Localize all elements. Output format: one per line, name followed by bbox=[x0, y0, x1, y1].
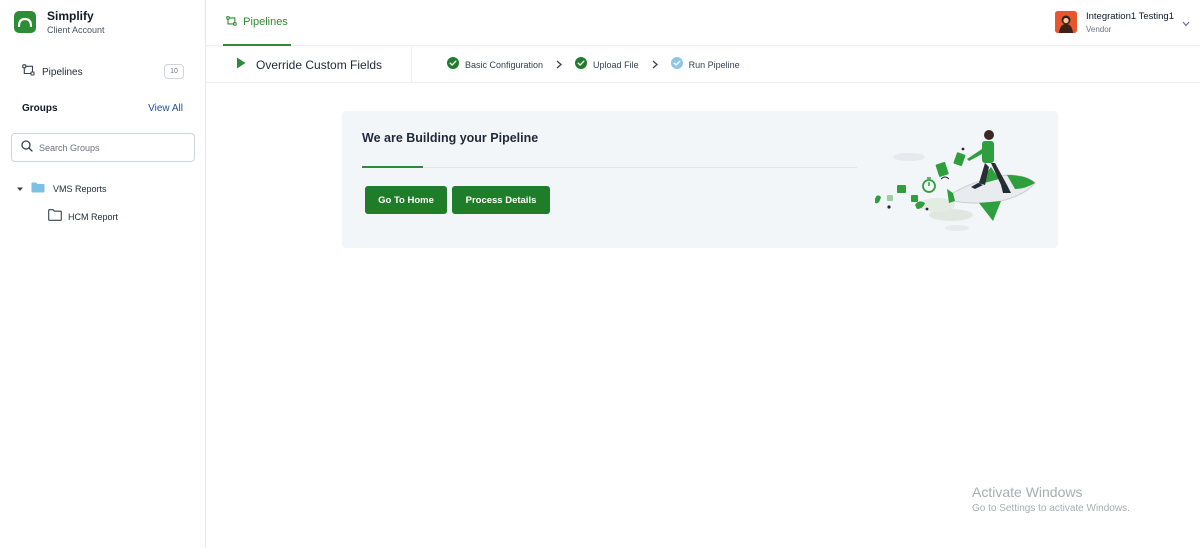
play-icon bbox=[236, 56, 246, 74]
tree-item-vms-reports[interactable]: VMS Reports bbox=[16, 180, 107, 198]
step-basic-configuration[interactable]: Basic Configuration bbox=[447, 56, 543, 74]
search-groups-box[interactable] bbox=[11, 133, 195, 162]
pipeline-stepper-bar: Override Custom Fields Basic Configurati… bbox=[206, 47, 1200, 83]
watermark-title: Activate Windows bbox=[972, 484, 1083, 500]
user-menu[interactable]: Integration1 Testing1 Vendor bbox=[1054, 11, 1190, 34]
top-header: Pipelines Integration1 Testing1 Vendor bbox=[206, 0, 1200, 46]
check-circle-icon bbox=[575, 56, 588, 74]
divider bbox=[362, 167, 857, 168]
step-label: Upload File bbox=[593, 59, 639, 70]
chevron-right-icon bbox=[556, 60, 563, 69]
avatar[interactable] bbox=[1054, 11, 1077, 33]
sidebar: Simplify Client Account Pipelines 10 Gro… bbox=[0, 0, 206, 548]
search-icon bbox=[21, 139, 33, 157]
process-details-button[interactable]: Process Details bbox=[452, 186, 550, 214]
caret-down-icon[interactable] bbox=[16, 180, 24, 198]
pipeline-icon bbox=[22, 63, 35, 81]
brand-subtitle: Client Account bbox=[47, 25, 105, 35]
step-label: Basic Configuration bbox=[465, 59, 544, 70]
check-circle-icon bbox=[447, 56, 459, 74]
tree-item-hcm-report[interactable]: HCM Report bbox=[48, 208, 118, 226]
step-run-pipeline[interactable]: Run Pipeline bbox=[670, 56, 740, 74]
divider bbox=[411, 47, 412, 82]
pipeline-icon bbox=[226, 13, 237, 31]
pipeline-status-card: We are Building your Pipeline Go To Home… bbox=[342, 111, 1058, 248]
tree-item-label: HCM Report bbox=[68, 212, 119, 222]
check-circle-pending-icon bbox=[670, 56, 683, 74]
tree-item-label: VMS Reports bbox=[53, 184, 107, 194]
groups-header: Groups View All bbox=[22, 103, 183, 114]
sidebar-item-pipelines[interactable]: Pipelines 10 bbox=[22, 64, 184, 80]
folder-outline-icon bbox=[48, 208, 62, 226]
tab-pipelines[interactable]: Pipelines bbox=[223, 0, 291, 46]
go-to-home-button[interactable]: Go To Home bbox=[365, 186, 447, 214]
accent-divider bbox=[362, 166, 423, 168]
stepper-title-text: Override Custom Fields bbox=[256, 57, 383, 72]
activate-windows-watermark: Activate Windows Go to Settings to activ… bbox=[972, 484, 1130, 514]
chevron-down-icon[interactable] bbox=[1182, 14, 1190, 32]
groups-title: Groups bbox=[22, 103, 58, 114]
watermark-subtitle: Go to Settings to activate Windows. bbox=[972, 503, 1130, 514]
step-label: Run Pipeline bbox=[688, 59, 740, 70]
brand-name: Simplify bbox=[47, 9, 94, 23]
brand-text: Simplify Client Account bbox=[47, 9, 105, 35]
rocket-man-illustration bbox=[867, 123, 1047, 233]
card-title: We are Building your Pipeline bbox=[362, 131, 539, 145]
user-name: Integration1 Testing1 bbox=[1085, 11, 1174, 22]
cloud-logo-icon bbox=[14, 11, 36, 33]
search-groups-input[interactable] bbox=[39, 142, 179, 153]
folder-filled-icon bbox=[31, 180, 45, 198]
steps: Basic Configuration Upload File Run Pipe… bbox=[447, 47, 740, 82]
sidebar-item-label: Pipelines bbox=[42, 66, 83, 78]
pipeline-count-badge: 10 bbox=[164, 64, 184, 79]
chevron-right-icon bbox=[652, 60, 658, 69]
brand[interactable]: Simplify Client Account bbox=[14, 9, 105, 35]
stepper-title: Override Custom Fields bbox=[236, 47, 382, 82]
view-all-link[interactable]: View All bbox=[148, 103, 183, 114]
user-info: Integration1 Testing1 Vendor bbox=[1086, 11, 1174, 34]
user-role: Vendor bbox=[1085, 25, 1112, 34]
step-upload-file[interactable]: Upload File bbox=[575, 56, 639, 74]
tab-label: Pipelines bbox=[243, 16, 288, 28]
